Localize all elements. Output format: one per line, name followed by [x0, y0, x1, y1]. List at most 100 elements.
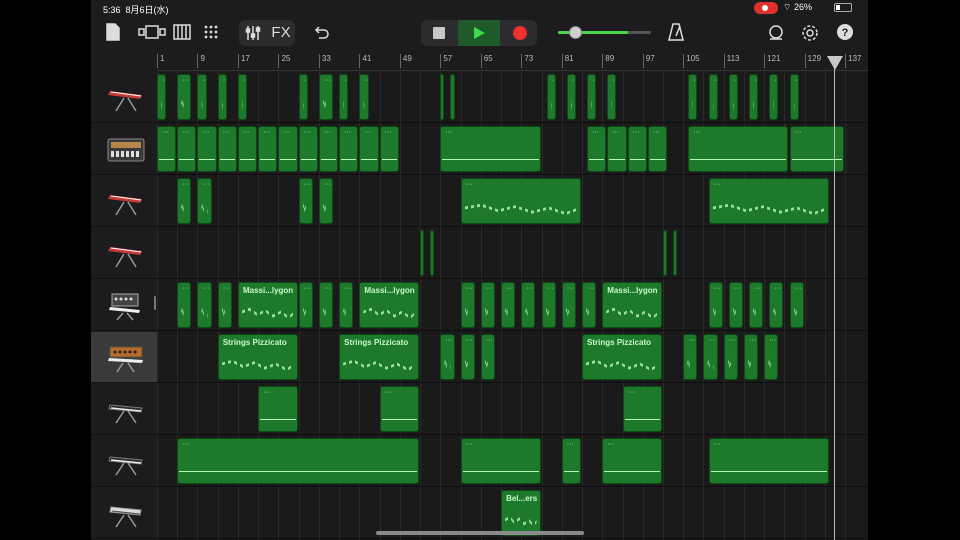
region[interactable]: ···: [627, 126, 647, 172]
region[interactable]: ···: [258, 126, 278, 172]
region[interactable]: ···: [561, 438, 582, 484]
track-lane[interactable]: Strings Pizzicato Strings Pizzicato ··· ···…: [157, 332, 868, 383]
master-volume-slider[interactable]: [558, 26, 651, 39]
timeline-ruler[interactable]: 1 9 17 25 33 41 49 57 65 73 81 89 97 105 113 121 129 137: [157, 52, 868, 71]
region[interactable]: [450, 74, 455, 120]
region[interactable]: ···: [688, 74, 698, 120]
region[interactable]: ···: [607, 74, 617, 120]
region[interactable]: ···: [318, 282, 334, 328]
region[interactable]: ···: [789, 282, 804, 328]
my-songs-button[interactable]: [103, 22, 123, 42]
region[interactable]: [673, 230, 678, 276]
region[interactable]: ···: [541, 282, 556, 328]
loop-browser-button[interactable]: [765, 22, 787, 44]
region[interactable]: ···: [237, 74, 248, 120]
region[interactable]: ···: [749, 74, 759, 120]
track-lane[interactable]: ··· ··· ··· ··· ···: [157, 436, 868, 487]
region[interactable]: ···: [379, 126, 399, 172]
playhead-handle[interactable]: [827, 56, 843, 70]
region[interactable]: ···: [217, 282, 232, 328]
tracks-area[interactable]: · ··· · · · · ··· · · · · · · · · · · · · ··· ··· ··· ··· ··· ··…: [157, 72, 868, 540]
region[interactable]: ···: [703, 334, 718, 380]
track-header[interactable]: [91, 280, 157, 331]
region[interactable]: ···: [607, 126, 627, 172]
undo-button[interactable]: [311, 22, 331, 42]
region[interactable]: ···: [298, 126, 318, 172]
region[interactable]: ···: [480, 282, 495, 328]
region[interactable]: ···: [602, 438, 662, 484]
track-lane[interactable]: ··· ··· ··· Massi...lygon ··· ··· ··· Massi...l…: [157, 280, 868, 331]
region[interactable]: ···: [177, 178, 192, 224]
region[interactable]: ···: [217, 74, 227, 120]
region[interactable]: ···: [318, 74, 334, 120]
region[interactable]: ···: [197, 126, 217, 172]
metronome-button[interactable]: [665, 22, 687, 42]
region[interactable]: ···: [197, 178, 212, 224]
region[interactable]: ···: [177, 126, 197, 172]
region[interactable]: Massi...lygon: [602, 282, 662, 328]
track-lane[interactable]: ··· ··· ···: [157, 384, 868, 435]
region[interactable]: [663, 230, 668, 276]
track-header[interactable]: [91, 124, 157, 175]
region[interactable]: ···: [339, 74, 349, 120]
region[interactable]: Strings Pizzicato: [339, 334, 420, 380]
region[interactable]: Strings Pizzicato: [217, 334, 298, 380]
region[interactable]: ···: [298, 178, 313, 224]
region[interactable]: Massi...lygon: [237, 282, 298, 328]
settings-button[interactable]: [799, 22, 821, 44]
region[interactable]: Massi...lygon: [359, 282, 420, 328]
region[interactable]: ···: [521, 282, 536, 328]
track-header[interactable]: [91, 488, 157, 539]
region[interactable]: [420, 230, 425, 276]
region[interactable]: ···: [749, 282, 764, 328]
region[interactable]: ···: [764, 334, 779, 380]
home-indicator[interactable]: [376, 531, 584, 535]
track-header[interactable]: [91, 228, 157, 279]
region[interactable]: ···: [339, 282, 354, 328]
track-header[interactable]: [91, 176, 157, 227]
region[interactable]: ···: [647, 126, 668, 172]
play-button[interactable]: [458, 20, 500, 46]
region[interactable]: ···: [157, 126, 177, 172]
region[interactable]: ···: [157, 74, 167, 120]
track-lane[interactable]: [157, 228, 868, 279]
region[interactable]: ···: [379, 386, 420, 432]
region[interactable]: ···: [177, 74, 192, 120]
track-lane[interactable]: ··· ··· ··· ··· ··· ···: [157, 176, 868, 227]
mixer-button[interactable]: [243, 23, 263, 43]
region[interactable]: ···: [622, 386, 662, 432]
region[interactable]: ···: [460, 178, 582, 224]
region[interactable]: ···: [723, 334, 738, 380]
region[interactable]: ···: [318, 126, 339, 172]
header-resize-handle[interactable]: [154, 296, 156, 310]
region[interactable]: ···: [197, 282, 212, 328]
region[interactable]: ···: [769, 74, 779, 120]
help-button[interactable]: ?: [835, 22, 855, 42]
region[interactable]: ···: [789, 126, 845, 172]
track-lane[interactable]: ··· ··· ··· ··· ··· ··· ··· ··· ··· ··· ··· ··· ··· ·…: [157, 72, 868, 123]
grid-button[interactable]: [201, 22, 221, 42]
region[interactable]: ···: [566, 74, 576, 120]
region[interactable]: ···: [728, 74, 738, 120]
region[interactable]: ···: [561, 282, 576, 328]
tracks-view-button[interactable]: [171, 22, 193, 42]
region[interactable]: ···: [587, 126, 607, 172]
stop-button[interactable]: [421, 20, 457, 46]
region[interactable]: ···: [278, 126, 298, 172]
region[interactable]: ···: [177, 438, 420, 484]
region[interactable]: ···: [789, 74, 799, 120]
region[interactable]: ···: [440, 334, 455, 380]
volume-knob[interactable]: [569, 26, 583, 39]
region[interactable]: ···: [546, 74, 556, 120]
track-header[interactable]: [91, 436, 157, 487]
browser-button[interactable]: [137, 22, 167, 42]
region[interactable]: Bel...ers: [501, 490, 541, 536]
region[interactable]: ···: [460, 282, 475, 328]
region[interactable]: ···: [501, 282, 516, 328]
region[interactable]: ···: [177, 282, 192, 328]
region[interactable]: ···: [708, 178, 829, 224]
region[interactable]: ···: [728, 282, 743, 328]
region[interactable]: [440, 74, 445, 120]
fx-button[interactable]: FX: [269, 22, 293, 42]
region[interactable]: ···: [298, 282, 313, 328]
